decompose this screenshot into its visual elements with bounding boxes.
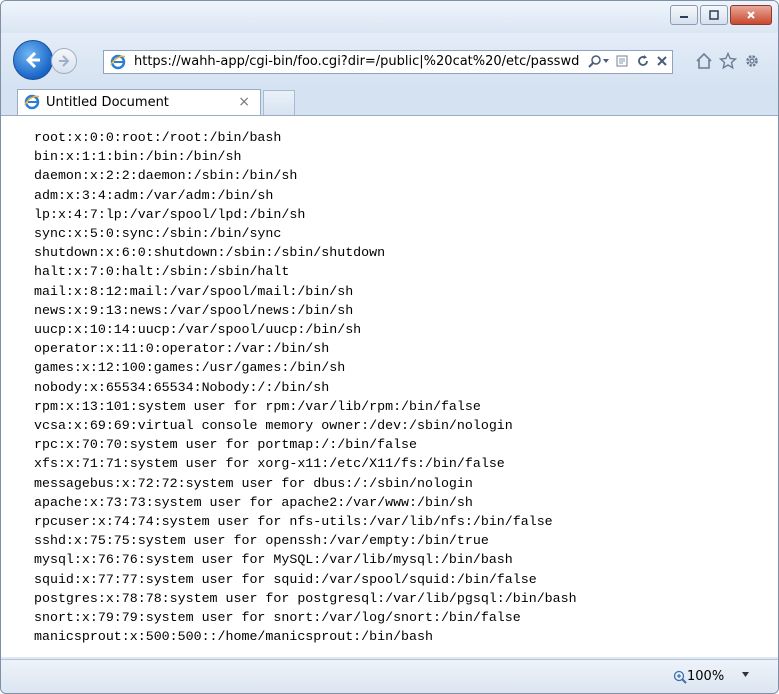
tab-close-button[interactable]: × [238, 94, 250, 110]
passwd-line: mysql:x:76:76:system user for MySQL:/var… [34, 552, 513, 568]
passwd-file-output: root:x:0:0:root:/root:/bin/bash bin:x:1:1… [34, 128, 577, 646]
star-icon [719, 52, 737, 70]
passwd-line: mail:x:8:12:mail:/var/spool/mail:/bin/sh [34, 283, 354, 299]
refresh-icon [638, 55, 648, 66]
zoom-icon [673, 670, 687, 684]
maximize-button[interactable] [700, 5, 728, 25]
tab-bar: Untitled Document × [1, 87, 778, 116]
window-controls [668, 5, 772, 25]
compatibility-view-button[interactable] [616, 54, 630, 68]
forward-button[interactable] [51, 48, 77, 74]
status-bar: 100% [1, 659, 778, 693]
browser-toolbar-right [689, 52, 761, 70]
refresh-button[interactable] [636, 54, 650, 68]
back-arrow-icon [25, 51, 40, 69]
passwd-line: lp:x:4:7:lp:/var/spool/lpd:/bin/sh [34, 206, 306, 222]
close-icon [747, 11, 755, 19]
stop-icon [657, 56, 667, 66]
passwd-line: games:x:12:100:games:/usr/games:/bin/sh [34, 360, 346, 376]
close-window-button[interactable] [730, 5, 772, 25]
forward-arrow-icon [59, 55, 70, 67]
passwd-line: squid:x:77:77:system user for squid:/var… [34, 571, 537, 587]
browser-window: https://wahh-app/cgi-bin/foo.cgi?dir=/pu… [0, 0, 779, 694]
passwd-line: sync:x:5:0:sync:/sbin:/bin/sync [34, 226, 282, 242]
page-content: root:x:0:0:root:/root:/bin/bash bin:x:1:1… [1, 116, 778, 657]
passwd-line: sshd:x:75:75:system user for openssh:/va… [34, 533, 489, 549]
zoom-level: 100% [687, 669, 725, 684]
passwd-line: postgres:x:78:78:system user for postgre… [34, 590, 577, 606]
passwd-line: xfs:x:71:71:system user for xorg-x11:/et… [34, 456, 505, 472]
tab-title: Untitled Document [46, 95, 169, 110]
passwd-line: halt:x:7:0:halt:/sbin:/sbin/halt [34, 264, 290, 280]
passwd-line: operator:x:11:0:operator:/var:/bin/sh [34, 341, 330, 357]
compatibility-view-icon [616, 55, 628, 67]
gear-icon [746, 55, 758, 67]
passwd-line: nobody:x:65534:65534:Nobody:/:/bin/sh [34, 379, 330, 395]
passwd-line: snort:x:79:79:system user for snort:/var… [34, 610, 521, 626]
passwd-line: news:x:9:13:news:/var/spool/news:/bin/sh [34, 302, 354, 318]
zoom-dropdown-button[interactable] [741, 670, 750, 682]
chevron-down-icon [603, 59, 609, 63]
ie-logo-icon [110, 54, 126, 70]
navigation-bar: https://wahh-app/cgi-bin/foo.cgi?dir=/pu… [1, 33, 778, 87]
passwd-line: shutdown:x:6:0:shutdown:/sbin:/sbin/shut… [34, 245, 386, 261]
title-bar [1, 1, 778, 33]
passwd-line: messagebus:x:72:72:system user for dbus:… [34, 475, 473, 491]
zoom-control[interactable]: 100% [673, 669, 724, 684]
stop-button[interactable] [656, 55, 668, 67]
address-tools [582, 54, 668, 68]
favorites-button[interactable] [719, 52, 737, 70]
new-tab-button[interactable] [263, 90, 295, 115]
tab-untitled-document[interactable]: Untitled Document × [17, 89, 261, 115]
home-button[interactable] [695, 52, 713, 70]
page-favicon-icon [24, 94, 40, 110]
passwd-line: adm:x:3:4:adm:/var/adm:/bin/sh [34, 187, 274, 203]
passwd-line: vcsa:x:69:69:virtual console memory owne… [34, 418, 513, 434]
address-bar[interactable]: https://wahh-app/cgi-bin/foo.cgi?dir=/pu… [103, 50, 673, 74]
chevron-down-icon [742, 672, 749, 677]
passwd-line: bin:x:1:1:bin:/bin:/bin/sh [34, 149, 242, 165]
passwd-line: daemon:x:2:2:daemon:/sbin:/bin/sh [34, 168, 298, 184]
passwd-line: apache:x:73:73:system user for apache2:/… [34, 494, 473, 510]
minimize-icon [680, 16, 688, 18]
minimize-button[interactable] [670, 5, 698, 25]
maximize-icon [709, 10, 719, 20]
tools-button[interactable] [743, 52, 761, 70]
passwd-line: uucp:x:10:14:uucp:/var/spool/uucp:/bin/s… [34, 322, 362, 338]
search-button[interactable] [588, 54, 610, 68]
passwd-line: manicsprout:x:500:500::/home/manicsprout… [34, 629, 433, 645]
home-icon [696, 52, 712, 69]
back-button[interactable] [13, 40, 53, 80]
passwd-line: rpm:x:13:101:system user for rpm:/var/li… [34, 398, 481, 414]
search-icon [588, 55, 601, 68]
passwd-line: root:x:0:0:root:/root:/bin/bash [34, 130, 282, 145]
url-text[interactable]: https://wahh-app/cgi-bin/foo.cgi?dir=/pu… [134, 54, 579, 69]
passwd-line: rpcuser:x:74:74:system user for nfs-util… [34, 514, 553, 530]
passwd-line: rpc:x:70:70:system user for portmap:/:/b… [34, 437, 418, 453]
